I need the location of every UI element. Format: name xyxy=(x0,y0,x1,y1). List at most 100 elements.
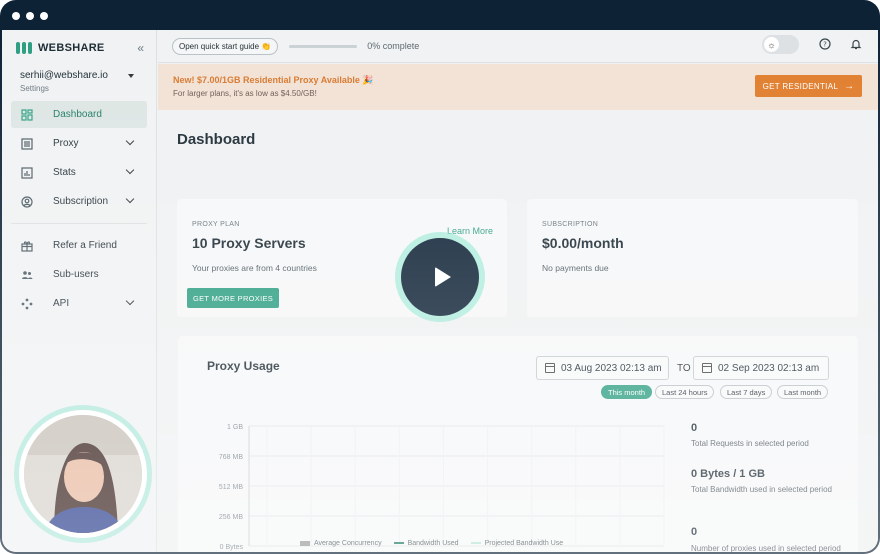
sidebar-item-label: Sub-users xyxy=(53,269,99,280)
main-content: Dashboard PROXY PLAN 10 Proxy Servers Le… xyxy=(158,110,878,552)
sidebar-item-subusers[interactable]: Sub-users xyxy=(11,261,147,288)
gift-icon xyxy=(21,240,33,252)
svg-text:?: ? xyxy=(823,41,827,49)
chevron-down-icon xyxy=(125,296,135,306)
account-settings-label: Settings xyxy=(20,84,49,93)
list-icon xyxy=(21,137,33,150)
page-title: Dashboard xyxy=(177,131,256,148)
account-menu[interactable]: serhii@webshare.io Settings xyxy=(2,58,156,93)
legend-item: Projected Bandwidth Use xyxy=(470,540,564,547)
total-requests-value: 0 xyxy=(691,422,698,434)
y-tick-label: 768 MB xyxy=(219,454,243,461)
brand-name: WEBSHARE xyxy=(38,42,105,54)
legend-label: Average Concurrency xyxy=(314,540,382,547)
sidebar-divider xyxy=(11,223,147,224)
webshare-logo-icon xyxy=(16,42,32,54)
sidebar-item-api[interactable]: API xyxy=(11,290,147,317)
y-tick-label: 256 MB xyxy=(219,514,243,521)
date-range-separator: TO xyxy=(677,363,691,374)
proxy-usage-chart: 1 GB768 MB512 MB256 MB0 BytesAug 05Aug 0… xyxy=(219,424,665,551)
y-tick-label: 1 GB xyxy=(227,424,243,431)
get-residential-label: GET RESIDENTIAL xyxy=(762,81,839,91)
sidebar-item-proxy[interactable]: Proxy xyxy=(11,130,147,157)
chevron-down-icon xyxy=(125,165,135,175)
promo-subtext: For larger plans, it's as low as $4.50/G… xyxy=(173,89,317,98)
calendar-icon xyxy=(702,363,712,373)
progress-text: 0% complete xyxy=(367,41,420,51)
window-dot-icon xyxy=(26,12,34,20)
payments-note: No payments due xyxy=(542,263,609,273)
legend-item: Average Concurrency xyxy=(300,540,382,547)
onboarding-progress-bar xyxy=(289,44,358,48)
sidebar-item-label: Dashboard xyxy=(53,109,102,120)
proxy-usage-title: Proxy Usage xyxy=(207,359,280,373)
api-icon xyxy=(21,298,33,310)
legend-label: Bandwidth Used xyxy=(407,540,459,547)
webcam-ring xyxy=(19,410,147,538)
chart-legend: Average Concurrency Bandwidth Used Proje… xyxy=(300,540,563,547)
caret-down-icon xyxy=(128,74,134,78)
total-bandwidth-value: 0 Bytes / 1 GB xyxy=(691,468,765,480)
date-to-field[interactable]: 02 Sep 2023 02:13 am xyxy=(693,356,829,380)
date-to-value: 02 Sep 2023 02:13 am xyxy=(718,362,820,374)
sidebar-item-label: Subscription xyxy=(53,196,109,207)
quick-start-guide-button[interactable]: Open quick start guide 👏 xyxy=(172,37,279,55)
dashboard-icon xyxy=(21,108,33,121)
date-from-field[interactable]: 03 Aug 2023 02:13 am xyxy=(536,356,669,380)
sidebar-item-subscription[interactable]: Subscription xyxy=(11,188,147,215)
play-button-inner xyxy=(401,238,479,316)
proxy-countries-note: Your proxies are from 4 countries xyxy=(192,263,317,273)
sidebar-item-stats[interactable]: Stats xyxy=(11,159,147,186)
top-bar: Open quick start guide 👏 0% complete ☼ ? xyxy=(158,30,878,63)
y-tick-label: 512 MB xyxy=(219,484,243,491)
total-requests-label: Total Requests in selected period xyxy=(691,439,809,448)
theme-toggle[interactable]: ☼ xyxy=(762,35,799,54)
user-circle-icon xyxy=(21,195,33,208)
legend-item: Bandwidth Used xyxy=(393,540,459,547)
range-last-month[interactable]: Last month xyxy=(777,385,829,399)
sidebar-item-label: API xyxy=(53,298,70,309)
bell-icon[interactable] xyxy=(849,37,863,51)
y-tick-label: 0 Bytes xyxy=(220,544,244,551)
window-dot-icon xyxy=(40,12,48,20)
sidebar-item-refer[interactable]: Refer a Friend xyxy=(11,232,147,259)
subscription-label: SUBSCRIPTION xyxy=(542,221,599,228)
sidebar-item-dashboard[interactable]: Dashboard xyxy=(11,101,147,128)
play-icon xyxy=(434,267,451,287)
range-last-24-hours[interactable]: Last 24 hours xyxy=(655,385,715,399)
proxy-usage-card: Proxy Usage 03 Aug 2023 02:13 am TO 02 S… xyxy=(178,336,858,552)
get-residential-button[interactable]: GET RESIDENTIAL → xyxy=(755,75,862,97)
stats-icon xyxy=(21,166,33,179)
proxies-used-value: 0 xyxy=(691,526,698,538)
subscription-card: SUBSCRIPTION $0.00/month No payments due xyxy=(527,199,858,317)
app-window: WEBSHARE « serhii@webshare.io Settings D… xyxy=(0,0,880,554)
calendar-icon xyxy=(545,363,555,373)
chevron-down-icon xyxy=(125,194,135,204)
help-icon[interactable]: ? xyxy=(818,37,832,51)
collapse-sidebar-icon[interactable]: « xyxy=(137,41,144,55)
date-from-value: 03 Aug 2023 02:13 am xyxy=(561,362,662,374)
range-last-7-days[interactable]: Last 7 days xyxy=(720,385,773,399)
proxies-used-label: Number of proxies used in selected perio… xyxy=(691,544,841,552)
proxy-plan-value: 10 Proxy Servers xyxy=(192,235,306,251)
sidebar-nav: Dashboard Proxy Stats Subscription Refer… xyxy=(2,101,156,317)
legend-label: Projected Bandwidth Use xyxy=(484,540,564,547)
window-dot-icon xyxy=(12,12,20,20)
users-icon xyxy=(21,269,33,281)
presenter-video-icon xyxy=(24,415,142,533)
sidebar-item-label: Proxy xyxy=(53,138,79,149)
window-titlebar xyxy=(0,0,880,32)
arrow-right-icon: → xyxy=(844,80,855,92)
sun-icon: ☼ xyxy=(764,37,779,52)
total-bandwidth-label: Total Bandwidth used in selected period xyxy=(691,485,832,494)
chevron-down-icon xyxy=(125,136,135,146)
get-more-proxies-button[interactable]: GET MORE PROXIES xyxy=(187,288,280,308)
range-this-month[interactable]: This month xyxy=(601,385,653,399)
presenter-webcam xyxy=(14,405,152,543)
promo-banner: New! $7.00/1GB Residential Proxy Availab… xyxy=(158,64,878,110)
video-play-button[interactable] xyxy=(395,232,485,322)
sidebar-item-label: Refer a Friend xyxy=(53,240,117,251)
subscription-value: $0.00/month xyxy=(542,235,624,251)
brand[interactable]: WEBSHARE « xyxy=(2,30,156,58)
promo-headline: New! $7.00/1GB Residential Proxy Availab… xyxy=(173,75,374,85)
